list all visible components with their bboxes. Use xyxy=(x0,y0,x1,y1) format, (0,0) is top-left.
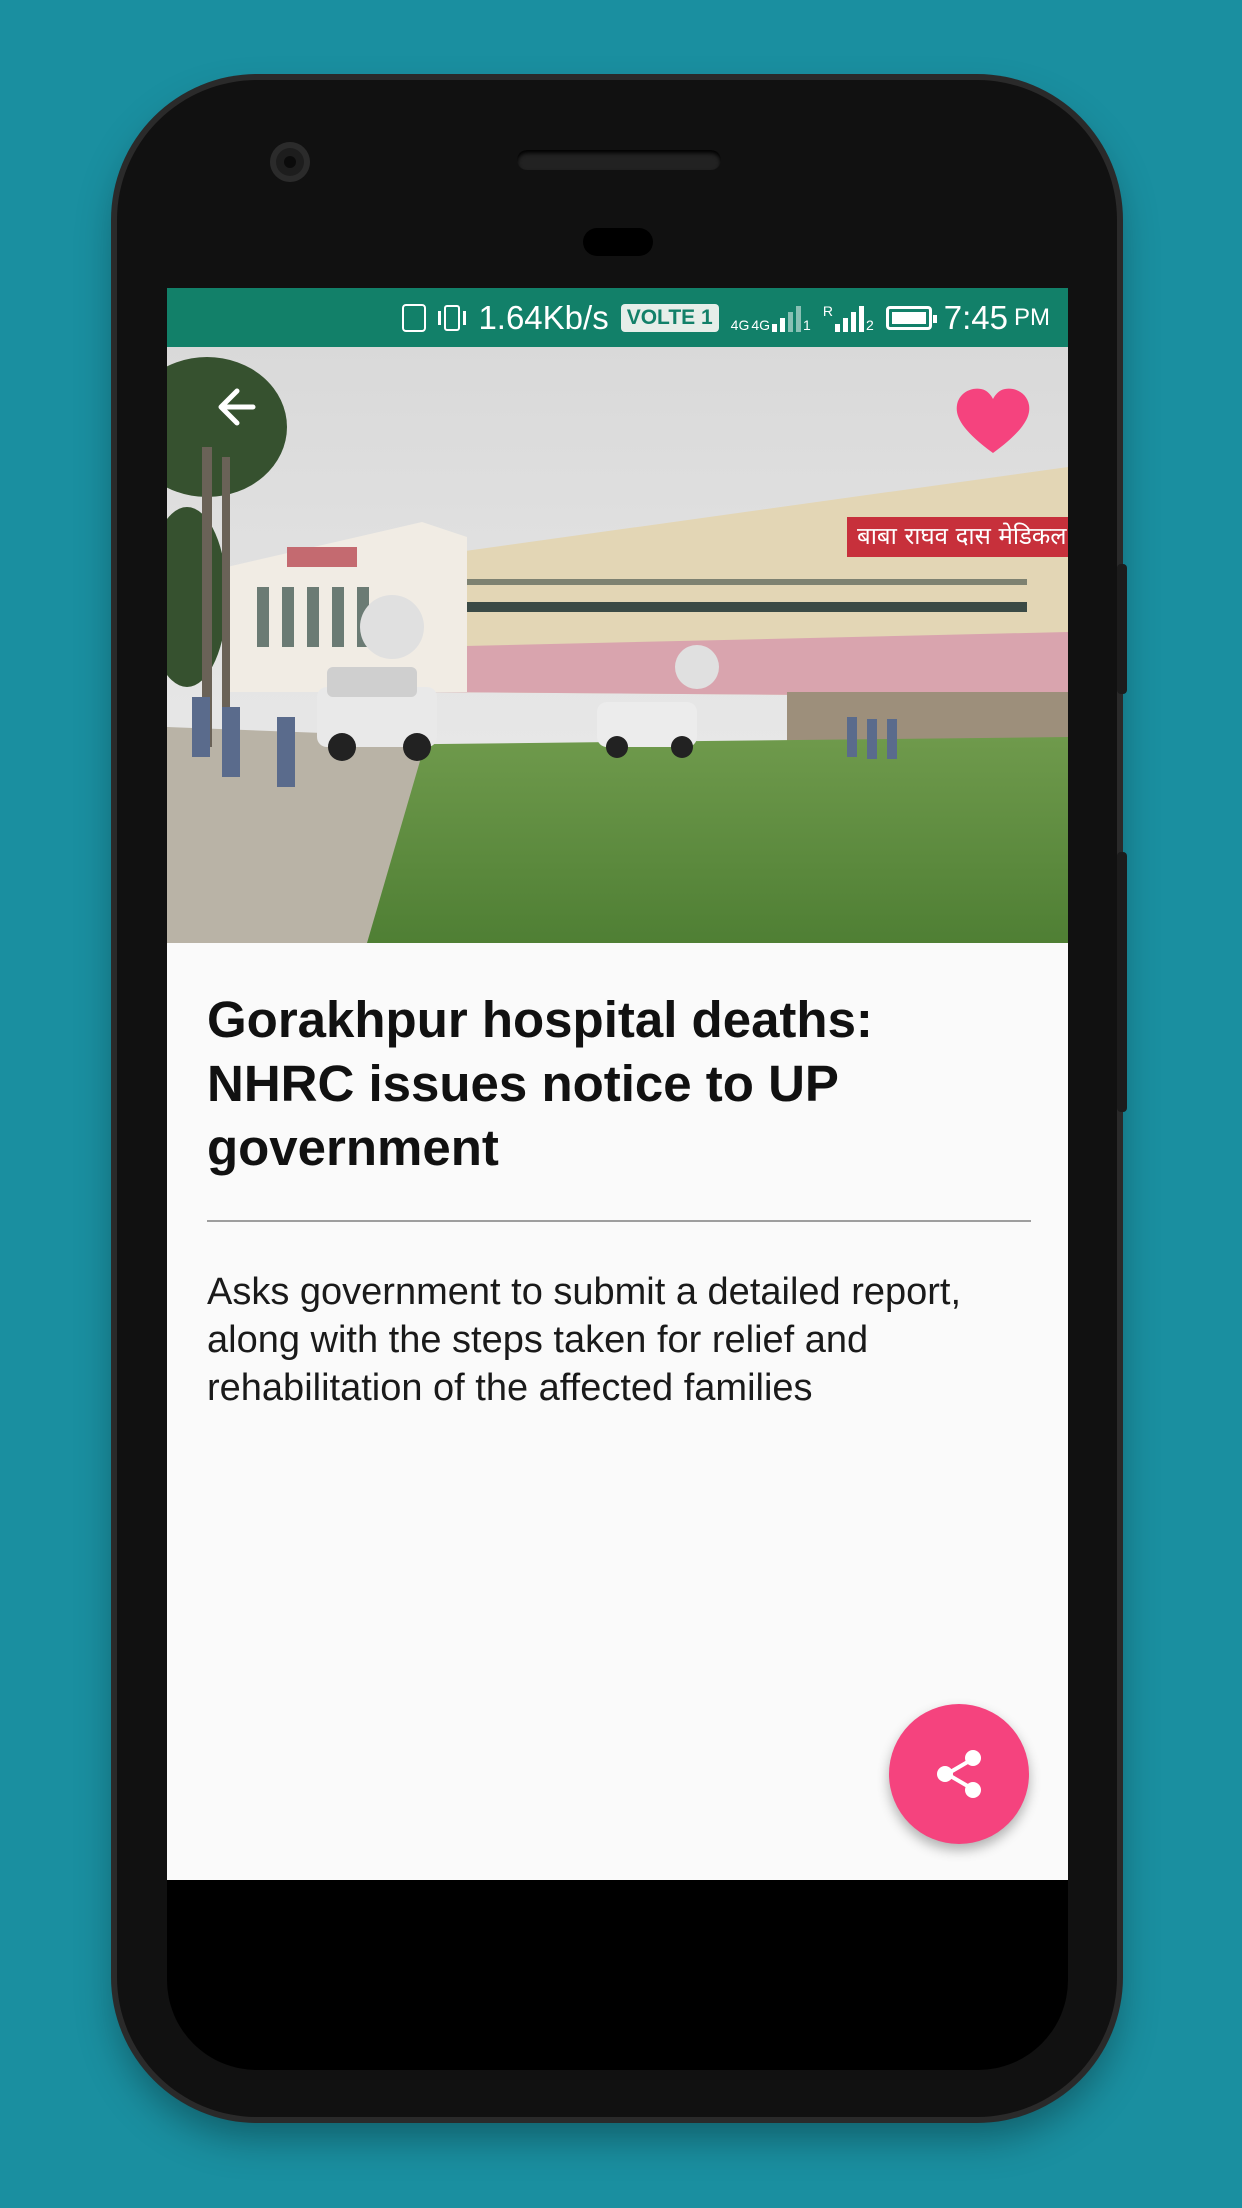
phone-chin xyxy=(167,1880,1068,2070)
sim-index: 1 xyxy=(803,316,811,333)
article-image: बाबा राघव दास मेडिकल का xyxy=(167,347,1068,943)
earpiece-speaker xyxy=(517,150,721,170)
phone-side-button xyxy=(1117,852,1127,1112)
signal-icon xyxy=(834,304,864,332)
article-body: Gorakhpur hospital deaths: NHRC issues n… xyxy=(207,988,1031,1412)
net-type-label: 4G xyxy=(751,316,771,333)
net-type-label: 4G xyxy=(730,316,750,333)
roaming-label: R xyxy=(822,302,833,319)
article-summary: Asks government to submit a detailed rep… xyxy=(207,1271,962,1409)
vibrate-icon xyxy=(438,304,467,331)
phone-side-button xyxy=(1117,564,1127,694)
clock-time: 7:45 xyxy=(943,298,1008,336)
hospital-photo: बाबा राघव दास मेडिकल का xyxy=(167,347,1068,943)
proximity-sensor xyxy=(583,228,653,256)
sim-index: 2 xyxy=(865,316,874,333)
share-button[interactable] xyxy=(889,1704,1029,1844)
sim-card-icon xyxy=(402,303,427,332)
signal-icon xyxy=(772,304,802,332)
front-camera xyxy=(270,142,310,182)
image-banner-text: बाबा राघव दास मेडिकल का xyxy=(857,522,1068,550)
app-screen: 1.64Kb/s VOLTE 1 4G 4G 1 R 2 7:45 PM बाब… xyxy=(167,288,1068,1880)
battery-icon xyxy=(885,305,937,330)
share-icon xyxy=(937,1750,981,1798)
sim1-network: 4G 4G 1 xyxy=(731,304,811,332)
network-speed: 1.64Kb/s xyxy=(478,298,609,336)
favorite-button[interactable] xyxy=(953,387,1033,457)
volte-badge: VOLTE 1 xyxy=(620,303,719,332)
sim2-network: R 2 xyxy=(823,304,874,332)
arrow-left-icon xyxy=(218,388,256,426)
article-headline: Gorakhpur hospital deaths: NHRC issues n… xyxy=(207,991,873,1176)
divider xyxy=(207,1220,1031,1222)
back-button[interactable] xyxy=(209,377,269,437)
heart-icon xyxy=(956,388,1030,453)
clock-ampm: PM xyxy=(1014,303,1050,331)
status-bar: 1.64Kb/s VOLTE 1 4G 4G 1 R 2 7:45 PM xyxy=(167,288,1068,347)
